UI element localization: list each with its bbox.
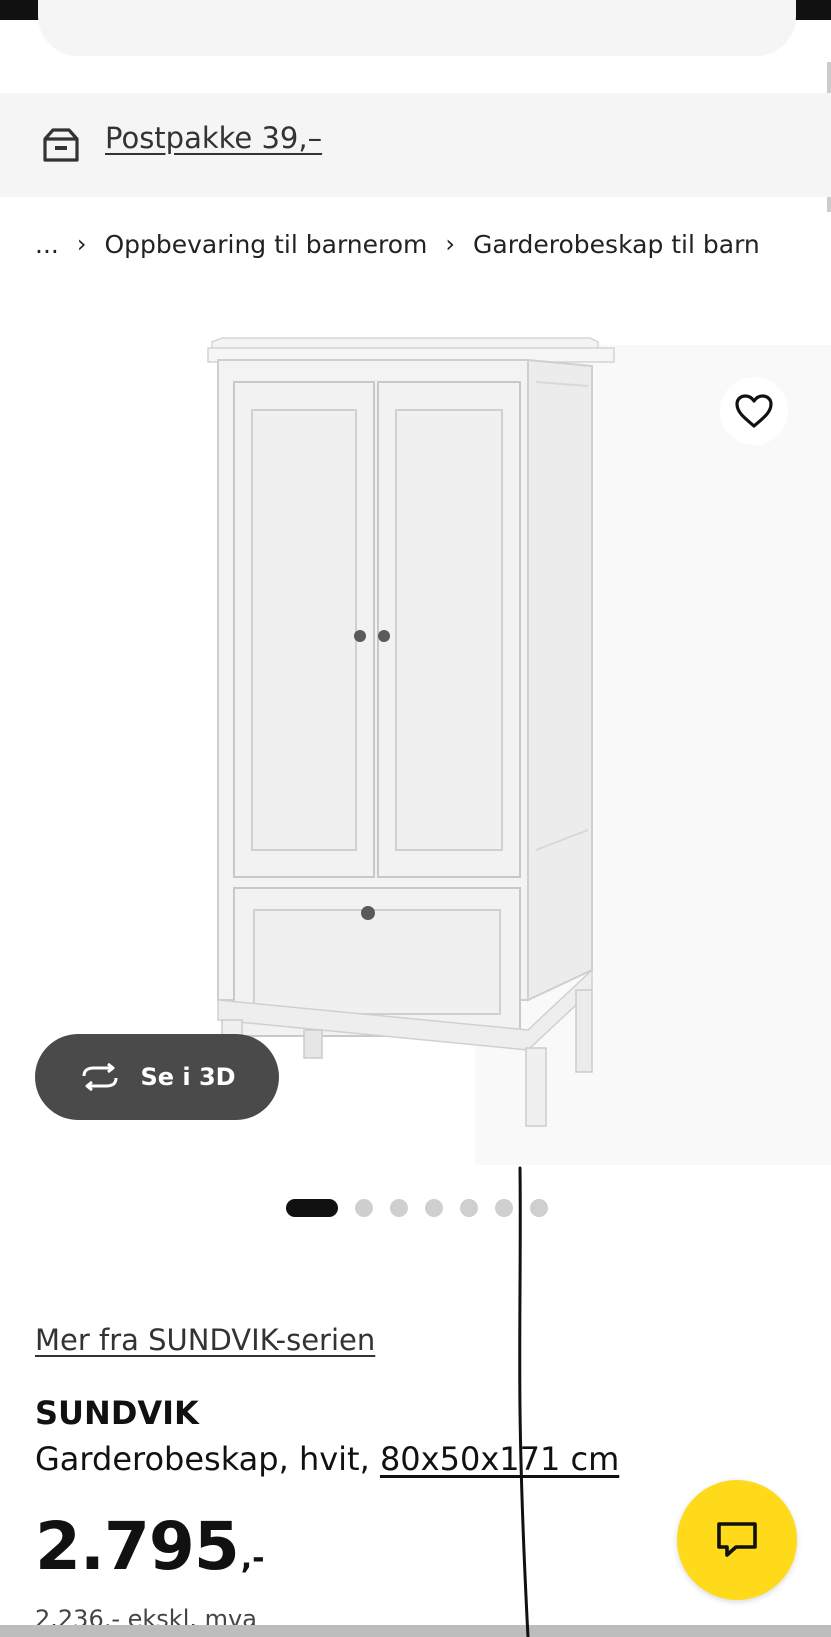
search-bar[interactable] bbox=[38, 0, 796, 56]
carousel-dot[interactable] bbox=[390, 1199, 408, 1217]
product-name: SUNDVIK bbox=[35, 1394, 199, 1432]
view-in-3d-button[interactable]: Se i 3D bbox=[35, 1034, 279, 1120]
bottom-bar bbox=[0, 1625, 831, 1637]
breadcrumb: ... › Oppbevaring til barnerom › Gardero… bbox=[35, 226, 760, 262]
breadcrumb-ellipsis[interactable]: ... bbox=[35, 230, 59, 259]
chat-bubble-icon bbox=[717, 1522, 757, 1557]
carousel-dot[interactable] bbox=[355, 1199, 373, 1217]
chevron-right-icon: › bbox=[445, 230, 455, 258]
price-amount: 2.795 bbox=[35, 1508, 240, 1585]
carousel-dot-active[interactable] bbox=[286, 1199, 338, 1217]
heart-outline-icon bbox=[735, 394, 773, 428]
parcel-icon bbox=[43, 128, 79, 162]
carousel-dot[interactable] bbox=[425, 1199, 443, 1217]
favorite-button[interactable] bbox=[720, 377, 788, 445]
product-type-label: Garderobeskap, hvit, bbox=[35, 1440, 370, 1478]
view-in-3d-label: Se i 3D bbox=[140, 1063, 236, 1091]
wardrobe-product-image[interactable] bbox=[200, 330, 630, 1150]
carousel-dot[interactable] bbox=[530, 1199, 548, 1217]
chat-button[interactable] bbox=[677, 1480, 797, 1600]
carousel-dot[interactable] bbox=[495, 1199, 513, 1217]
dimensions-link[interactable]: 80x50x171 cm bbox=[380, 1440, 619, 1478]
product-price: 2.795 ,- bbox=[35, 1514, 265, 1580]
shipping-price-link[interactable]: Postpakke 39,– bbox=[105, 121, 322, 155]
product-description: Garderobeskap, hvit, 80x50x171 cm bbox=[35, 1440, 619, 1478]
chevron-right-icon: › bbox=[76, 230, 87, 258]
rotate-3d-icon bbox=[82, 1063, 118, 1091]
breadcrumb-item-oppbevaring[interactable]: Oppbevaring til barnerom bbox=[104, 230, 427, 259]
price-suffix: ,- bbox=[240, 1541, 265, 1576]
series-link[interactable]: Mer fra SUNDVIK-serien bbox=[35, 1323, 375, 1357]
carousel-dot[interactable] bbox=[460, 1199, 478, 1217]
breadcrumb-item-garderobeskap[interactable]: Garderobeskap til barn bbox=[473, 230, 760, 259]
image-carousel-indicator bbox=[286, 1199, 548, 1217]
